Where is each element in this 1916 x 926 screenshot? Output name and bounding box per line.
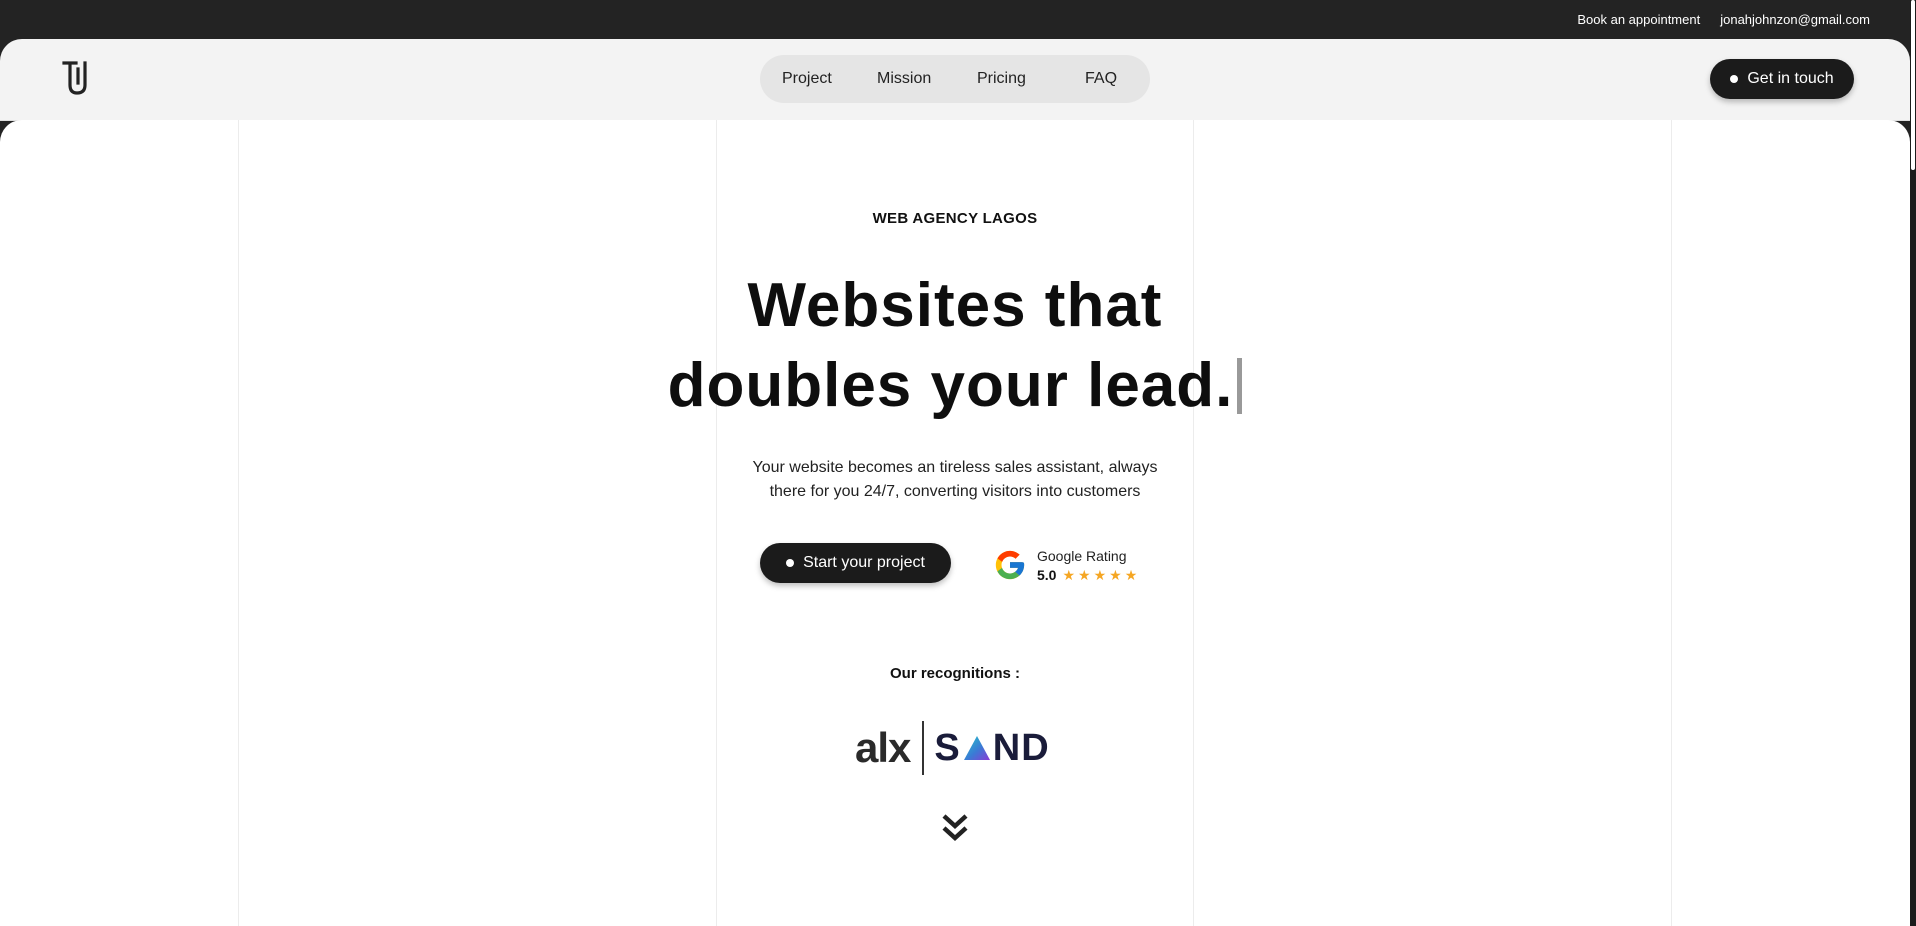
start-project-label: Start your project [803, 554, 925, 571]
grid-line [716, 120, 717, 926]
subtitle-line-2: there for you 24/7, converting visitors … [769, 483, 1141, 500]
hero-section: WEB AGENCY LAGOS Websites that doubles y… [0, 120, 1910, 926]
typing-caret [1237, 358, 1243, 414]
scrollbar-thumb[interactable] [1911, 0, 1915, 170]
recognitions-logos: alx S ND [855, 720, 1050, 776]
main-nav: Project Mission Pricing FAQ [760, 55, 1150, 103]
nav-item-mission[interactable]: Mission [877, 70, 931, 88]
grid-line [1671, 120, 1672, 926]
dot-icon [1730, 75, 1739, 83]
double-chevron-down-icon[interactable] [940, 812, 970, 844]
star-icon: ★ [1124, 566, 1138, 583]
star-icon: ★ [1062, 566, 1076, 583]
rating-row: 5.0 ★ ★ ★ ★ ★ [1037, 567, 1137, 583]
top-bar-links: Book an appointment jonahjohnzon@gmail.c… [1577, 12, 1870, 27]
logo-separator [922, 721, 925, 775]
alx-logo: alx [855, 724, 911, 771]
get-in-touch-button[interactable]: Get in touch [1710, 59, 1854, 99]
hero-headline: Websites that doubles your lead. [0, 266, 1910, 426]
get-in-touch-label: Get in touch [1747, 70, 1834, 87]
sand-triangle-icon [963, 736, 990, 760]
subtitle-line-1: Your website becomes an tireless sales a… [752, 459, 1158, 476]
headline-line-2: doubles your lead. [0, 346, 1910, 426]
google-rating: Google Rating 5.0 ★ ★ ★ ★ ★ [993, 545, 1137, 585]
book-appointment-link[interactable]: Book an appointment [1577, 12, 1700, 27]
top-bar: Book an appointment jonahjohnzon@gmail.c… [0, 0, 1916, 39]
hero-subtitle: Your website becomes an tireless sales a… [0, 456, 1910, 504]
rating-text: Google Rating 5.0 ★ ★ ★ ★ ★ [1037, 548, 1137, 583]
rating-score: 5.0 [1037, 566, 1057, 583]
star-icon: ★ [1093, 566, 1107, 583]
google-g-icon [995, 550, 1025, 580]
sand-logo: S ND [934, 726, 1050, 769]
start-project-button[interactable]: Start your project [760, 543, 951, 583]
star-icon: ★ [1109, 566, 1122, 583]
nav-item-project[interactable]: Project [782, 70, 832, 88]
rating-title: Google Rating [1037, 547, 1127, 564]
hero-kicker: WEB AGENCY LAGOS [872, 210, 1038, 227]
star-icon: ★ [1078, 566, 1091, 583]
email-link[interactable]: jonahjohnzon@gmail.com [1720, 12, 1870, 27]
grid-line [238, 120, 239, 926]
nav-item-faq[interactable]: FAQ [1085, 70, 1117, 88]
dot-icon [786, 559, 795, 567]
site-header: Project Mission Pricing FAQ Get in touch [0, 39, 1910, 121]
ju-monogram-logo[interactable] [61, 59, 91, 97]
nav-item-pricing[interactable]: Pricing [977, 70, 1026, 88]
grid-line [1193, 120, 1194, 926]
scrollbar[interactable] [1910, 0, 1916, 926]
recognitions-heading: Our recognitions : [889, 665, 1020, 682]
headline-line-1: Websites that [747, 271, 1163, 340]
headline-line-2-text: doubles your lead. [667, 351, 1234, 420]
